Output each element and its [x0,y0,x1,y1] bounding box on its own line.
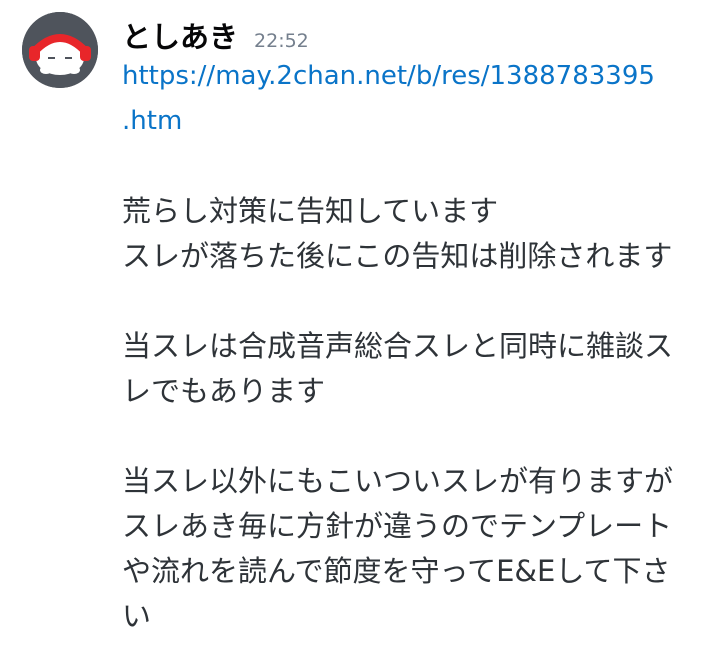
message-paragraph: 荒らし対策に告知しています スレが落ちた後にこの告知は削除されます [122,189,702,279]
message-line: い [122,599,152,633]
message-line: 荒らし対策に告知しています [122,194,499,228]
message-paragraph: 当スレは合成音声総合スレと同時に雑談ス レでもあります [122,324,702,414]
message-header: としあき 22:52 [122,14,309,56]
thread-link[interactable]: https://may.2chan.net/b/res/1388783395 .… [122,54,702,144]
timestamp[interactable]: 22:52 [254,30,309,52]
message-paragraph: 当スレ以外にもこいついスレが有りますが スレあき毎に方針が違うのでテンプレート … [122,459,702,639]
red-headphones-character-icon [22,12,98,88]
message-line: や流れを読んで節度を守ってE&Eして下さ [122,554,671,588]
message-line: スレあき毎に方針が違うのでテンプレート [122,509,673,543]
message-line: スレが落ちた後にこの告知は削除されます [122,239,673,273]
message-body: https://may.2chan.net/b/res/1388783395 .… [122,54,702,639]
link-line[interactable]: .htm [122,99,702,144]
link-line[interactable]: https://may.2chan.net/b/res/1388783395 [122,54,702,99]
username[interactable]: としあき [122,14,238,56]
message-line: レでもあります [122,374,326,408]
user-avatar[interactable] [22,12,98,88]
message-line: 当スレは合成音声総合スレと同時に雑談ス [122,329,674,363]
message-line: 当スレ以外にもこいついスレが有りますが [122,464,674,498]
